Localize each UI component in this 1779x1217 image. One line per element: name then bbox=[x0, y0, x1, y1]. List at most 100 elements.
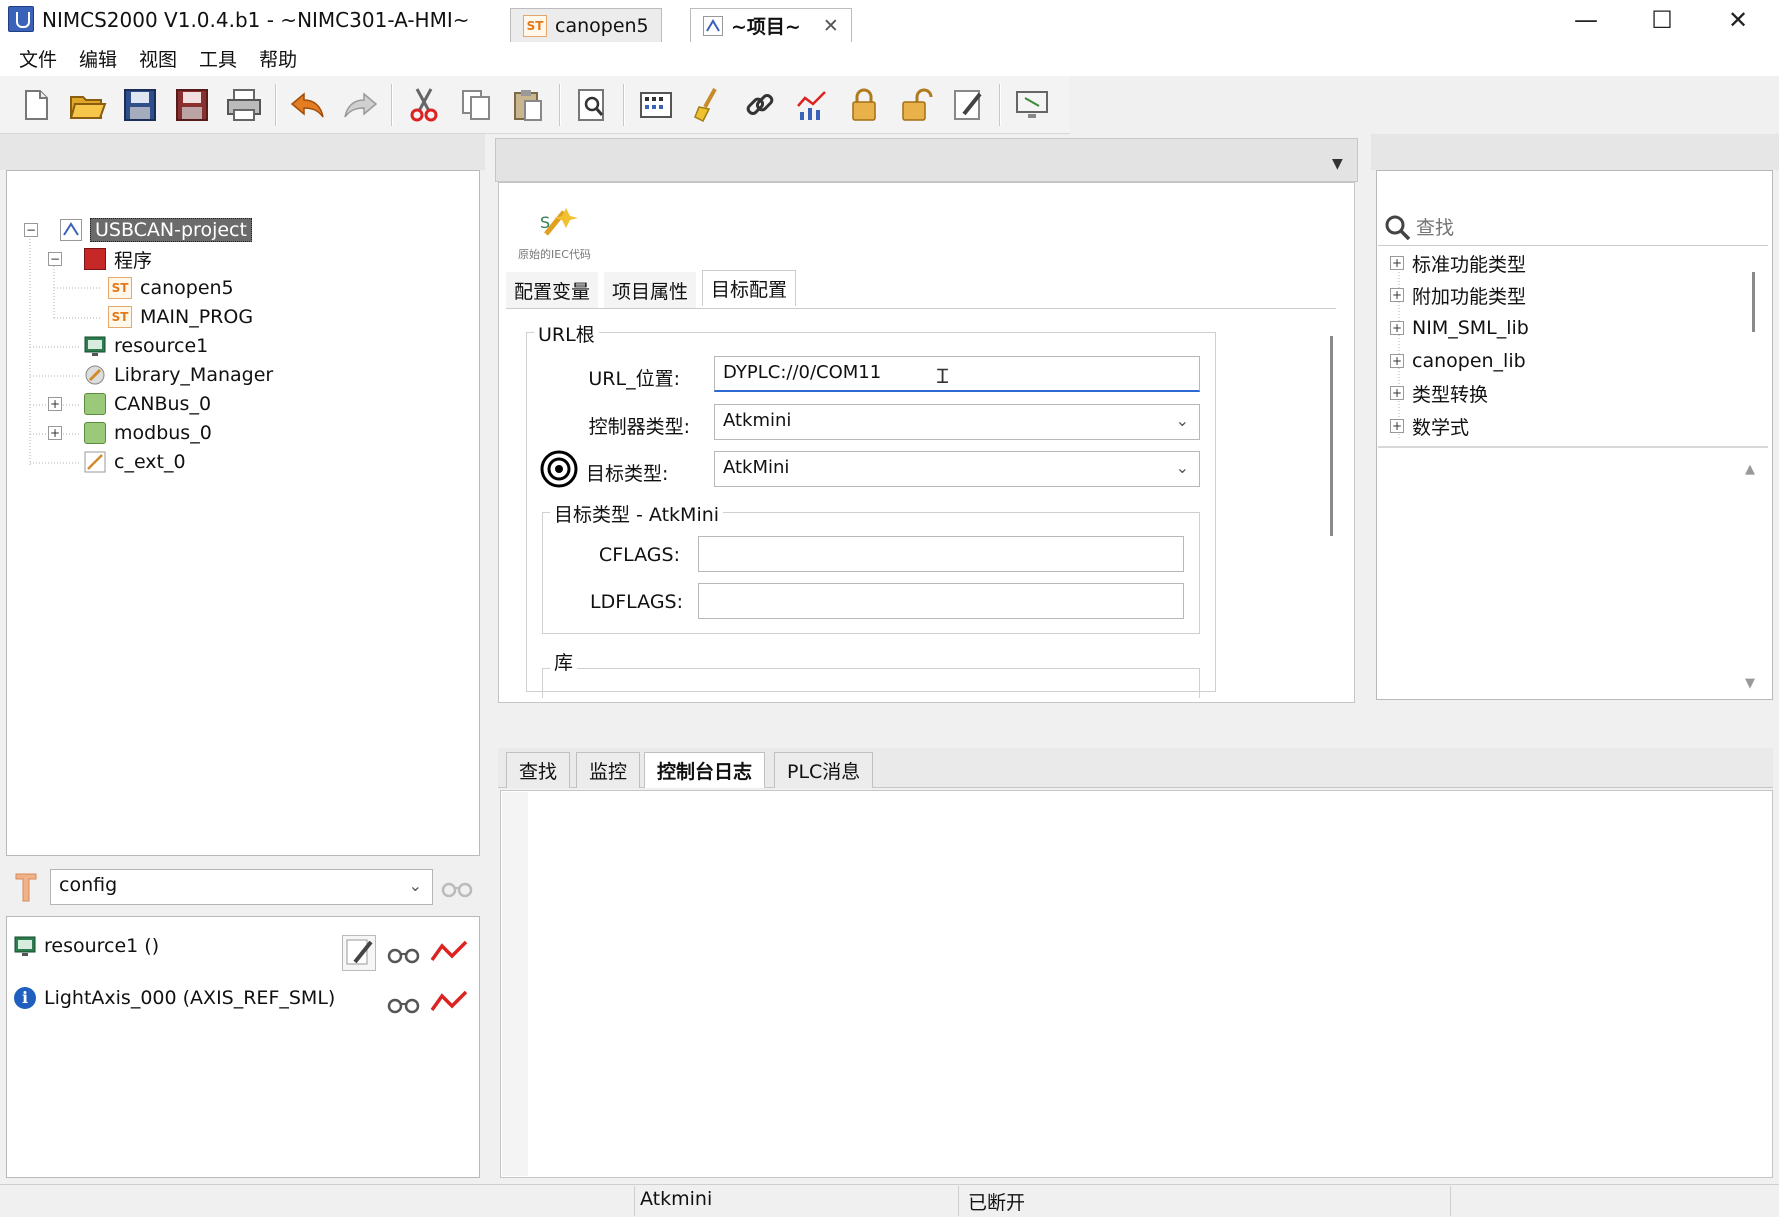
menu-edit[interactable]: 编辑 bbox=[68, 40, 128, 76]
controller-type-label: 控制器类型: bbox=[588, 416, 690, 438]
tree-node-canopen5[interactable]: ST canopen5 bbox=[108, 274, 234, 302]
menu-help[interactable]: 帮助 bbox=[248, 40, 308, 76]
maximize-button[interactable]: ☐ bbox=[1624, 0, 1700, 40]
cut-icon[interactable] bbox=[401, 82, 447, 128]
scroll-up-icon[interactable]: ▲ bbox=[1745, 462, 1755, 477]
tree-node-resource1[interactable]: resource1 bbox=[84, 332, 208, 360]
tree-node-program[interactable]: 程序 bbox=[84, 245, 152, 273]
url-location-input[interactable]: DYPLC://0/COM11 bbox=[714, 356, 1200, 392]
tree-node-main-prog[interactable]: ST MAIN_PROG bbox=[108, 303, 253, 331]
tab-search[interactable]: 查找 bbox=[506, 752, 571, 788]
url-location-label: URL_位置: bbox=[588, 368, 680, 390]
redo-icon[interactable] bbox=[337, 82, 383, 128]
cflags-input[interactable] bbox=[698, 536, 1184, 572]
print-icon[interactable] bbox=[221, 82, 267, 128]
tree-node-label: c_ext_0 bbox=[114, 451, 186, 473]
status-divider bbox=[634, 1186, 635, 1216]
toolbar-separator bbox=[559, 83, 561, 126]
tree-node-label: resource1 bbox=[114, 335, 209, 357]
tree-node-modbus[interactable]: modbus_0 bbox=[84, 419, 212, 447]
library-item-type-conversion[interactable]: + 类型转换 bbox=[1390, 378, 1488, 408]
subtab-config-variables[interactable]: 配置变量 bbox=[506, 272, 599, 308]
resource-icon bbox=[84, 335, 106, 357]
ldflags-label: LDFLAGS: bbox=[590, 591, 684, 613]
lock-icon[interactable] bbox=[841, 82, 887, 128]
tab-label: ~项目~ bbox=[731, 16, 801, 38]
open-folder-icon[interactable] bbox=[65, 82, 111, 128]
connect-link-icon[interactable] bbox=[737, 82, 783, 128]
library-item-math[interactable]: + 数学式 bbox=[1390, 411, 1469, 441]
expand-modbus-toggle[interactable]: + bbox=[48, 426, 62, 440]
close-tab-icon[interactable]: ✕ bbox=[823, 15, 839, 37]
tree-node-library-manager[interactable]: Library_Manager bbox=[84, 361, 273, 389]
chart-icon[interactable] bbox=[789, 82, 835, 128]
tab-project-config[interactable]: ~项目~ ✕ bbox=[690, 8, 852, 42]
library-search-input[interactable] bbox=[1416, 214, 1756, 242]
trend-graph-icon[interactable] bbox=[430, 988, 468, 1016]
editor-scrollbar[interactable] bbox=[1330, 336, 1333, 536]
menu-tools[interactable]: 工具 bbox=[188, 40, 248, 76]
controller-type-select[interactable]: Atkmini ⌄ bbox=[714, 404, 1200, 440]
minimize-button[interactable]: — bbox=[1548, 0, 1624, 40]
tab-canopen5[interactable]: ST canopen5 bbox=[510, 8, 662, 42]
expand-canbus-toggle[interactable]: + bbox=[48, 397, 62, 411]
library-list-scrollbar[interactable] bbox=[1752, 272, 1755, 332]
expand-icon: + bbox=[1390, 419, 1404, 433]
monitor-icon[interactable] bbox=[1009, 82, 1055, 128]
subtab-divider bbox=[506, 308, 1336, 309]
library-split-divider[interactable] bbox=[1378, 446, 1768, 448]
toolbar bbox=[0, 76, 1070, 134]
expand-icon: + bbox=[1390, 256, 1404, 270]
library-item-nim-sml-lib[interactable]: + NIM_SML_lib bbox=[1390, 313, 1529, 343]
chevron-down-icon: ⌄ bbox=[1175, 458, 1189, 477]
instance-label: LightAxis_000 (AXIS_REF_SML) bbox=[44, 987, 336, 1009]
watch-glasses-icon[interactable] bbox=[440, 876, 474, 900]
save-as-icon[interactable] bbox=[169, 82, 215, 128]
menu-view[interactable]: 视图 bbox=[128, 40, 188, 76]
tab-list-dropdown-icon[interactable]: ▼ bbox=[1332, 156, 1343, 172]
library-manager-icon bbox=[84, 364, 106, 386]
undo-icon[interactable] bbox=[285, 82, 331, 128]
target-marker-icon bbox=[540, 450, 578, 488]
instance-resource1[interactable]: resource1 () bbox=[14, 932, 159, 960]
collapse-program-toggle[interactable]: − bbox=[48, 252, 62, 266]
config-pin-icon[interactable] bbox=[12, 870, 40, 904]
save-icon[interactable] bbox=[117, 82, 163, 128]
paste-icon[interactable] bbox=[505, 82, 551, 128]
menu-file[interactable]: 文件 bbox=[8, 40, 68, 76]
preview-icon[interactable] bbox=[569, 82, 615, 128]
program-icon bbox=[84, 248, 106, 270]
tab-monitor[interactable]: 监控 bbox=[576, 752, 641, 788]
watch-glasses-icon[interactable] bbox=[386, 992, 422, 1016]
config-select[interactable]: config ⌄ bbox=[50, 869, 433, 905]
scroll-down-icon[interactable]: ▼ bbox=[1745, 676, 1755, 691]
tree-node-canbus[interactable]: CANBus_0 bbox=[84, 390, 211, 418]
build-icon[interactable] bbox=[633, 82, 679, 128]
clean-brush-icon[interactable] bbox=[685, 82, 731, 128]
trend-graph-icon[interactable] bbox=[430, 938, 468, 966]
close-button[interactable]: ✕ bbox=[1700, 0, 1776, 40]
library-item-canopen-lib[interactable]: + canopen_lib bbox=[1390, 346, 1526, 376]
tree-node-project[interactable]: USBCAN-project bbox=[60, 216, 252, 244]
tab-console-log[interactable]: 控制台日志 bbox=[644, 752, 766, 788]
copy-icon[interactable] bbox=[453, 82, 499, 128]
collapse-project-toggle[interactable]: − bbox=[24, 223, 38, 237]
target-type-select[interactable]: AtkMini ⌄ bbox=[714, 451, 1200, 487]
new-file-icon[interactable] bbox=[13, 82, 59, 128]
library-item-standard-functions[interactable]: + 标准功能类型 bbox=[1390, 248, 1526, 278]
library-item-additional-functions[interactable]: + 附加功能类型 bbox=[1390, 280, 1526, 310]
subtab-project-properties[interactable]: 项目属性 bbox=[604, 272, 697, 308]
library-item-label: 数学式 bbox=[1412, 416, 1470, 439]
console-log-area[interactable] bbox=[500, 790, 1773, 1178]
unlock-icon[interactable] bbox=[893, 82, 939, 128]
tree-node-label: MAIN_PROG bbox=[140, 306, 254, 328]
iec-code-icon[interactable]: S bbox=[536, 204, 580, 248]
subtab-target-config[interactable]: 目标配置 bbox=[702, 270, 797, 306]
instance-lightaxis[interactable]: i LightAxis_000 (AXIS_REF_SML) bbox=[14, 984, 335, 1012]
edit-instance-icon[interactable] bbox=[342, 935, 376, 971]
tab-plc-messages[interactable]: PLC消息 bbox=[774, 752, 874, 788]
edit-note-icon[interactable] bbox=[945, 82, 991, 128]
ldflags-input[interactable] bbox=[698, 583, 1184, 619]
tree-node-c-ext[interactable]: c_ext_0 bbox=[84, 448, 186, 476]
watch-glasses-icon[interactable] bbox=[386, 942, 422, 966]
